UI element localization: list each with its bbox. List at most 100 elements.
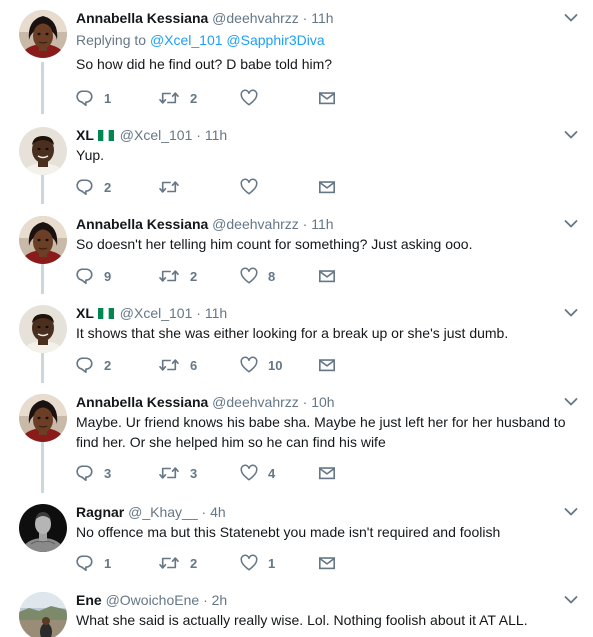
retweet-button[interactable]: 6 — [158, 354, 197, 376]
avatar[interactable] — [19, 127, 67, 175]
tweet[interactable]: Ragnar @_Khay__ · 4h No offence ma but t… — [0, 502, 593, 578]
tweet-header: XL @Xcel_101 · 11h — [76, 303, 227, 323]
nigeria-flag-icon — [98, 308, 114, 319]
direct-message-button[interactable] — [318, 462, 336, 484]
username[interactable]: @deehvahrzz — [212, 10, 299, 26]
direct-message-button[interactable] — [318, 354, 336, 376]
like-button[interactable]: 1 — [240, 552, 275, 574]
like-button[interactable]: 8 — [240, 265, 275, 287]
direct-message-button[interactable] — [318, 552, 336, 574]
envelope-icon — [318, 554, 336, 572]
chevron-down-icon[interactable] — [564, 219, 578, 229]
timestamp[interactable]: 11h — [205, 127, 227, 143]
timestamp[interactable]: 10h — [311, 394, 334, 410]
reply-count: 3 — [104, 465, 112, 481]
like-button[interactable]: 10 — [240, 354, 282, 376]
display-name[interactable]: XL — [76, 305, 94, 321]
mention-link[interactable]: @Xcel_101 — [150, 32, 223, 48]
retweet-button[interactable]: 2 — [158, 265, 197, 287]
username[interactable]: @deehvahrzz — [212, 216, 299, 232]
chevron-down-icon[interactable] — [564, 397, 578, 407]
reply-icon — [76, 178, 94, 196]
avatar[interactable] — [19, 216, 67, 264]
tweet-header: Annabella Kessiana @deehvahrzz · 11h — [76, 214, 334, 234]
retweet-button[interactable]: 3 — [158, 462, 197, 484]
display-name[interactable]: Annabella Kessiana — [76, 394, 208, 410]
tweet-text: Maybe. Ur friend knows his babe sha. May… — [76, 412, 576, 452]
tweet[interactable]: Annabella Kessiana @deehvahrzz · 11h So … — [0, 214, 593, 290]
reply-button[interactable]: 3 — [76, 462, 111, 484]
tweet-text: So how did he find out? D babe told him? — [76, 56, 333, 72]
reply-button[interactable]: 9 — [76, 265, 111, 287]
like-count: 8 — [268, 268, 276, 284]
avatar[interactable] — [19, 504, 67, 552]
envelope-icon — [318, 356, 336, 374]
tweet-header: Annabella Kessiana @deehvahrzz · 11h — [76, 8, 334, 28]
tweet[interactable]: Annabella Kessiana @deehvahrzz · 10h May… — [0, 392, 593, 490]
reply-count: 2 — [104, 179, 112, 195]
reply-icon — [76, 464, 94, 482]
tweet[interactable]: Ene @OwoichoEne · 2h What she said is ac… — [0, 590, 593, 637]
retweet-count: 3 — [190, 465, 198, 481]
username[interactable]: @Xcel_101 — [120, 305, 193, 321]
timestamp[interactable]: 11h — [311, 10, 333, 26]
tweet[interactable]: Annabella Kessiana @deehvahrzz · 11h Rep… — [0, 8, 593, 112]
display-name[interactable]: Annabella Kessiana — [76, 10, 208, 26]
chevron-down-icon[interactable] — [564, 595, 578, 605]
reply-icon — [76, 89, 94, 107]
retweet-icon — [158, 464, 180, 482]
direct-message-button[interactable] — [318, 87, 336, 109]
direct-message-button[interactable] — [318, 265, 336, 287]
timestamp[interactable]: 4h — [210, 504, 226, 520]
display-name[interactable]: XL — [76, 127, 94, 143]
reply-icon — [76, 554, 94, 572]
envelope-icon — [318, 89, 336, 107]
separator: · — [203, 592, 208, 608]
retweet-icon — [158, 554, 180, 572]
username[interactable]: @Xcel_101 — [120, 127, 193, 143]
avatar[interactable] — [19, 305, 67, 353]
chevron-down-icon[interactable] — [564, 308, 578, 318]
retweet-count: 6 — [190, 357, 198, 373]
chevron-down-icon[interactable] — [564, 507, 578, 517]
retweet-button[interactable] — [158, 176, 190, 198]
like-button[interactable]: 4 — [240, 462, 275, 484]
chevron-down-icon[interactable] — [564, 130, 578, 140]
like-button[interactable] — [240, 176, 268, 198]
reply-button[interactable]: 2 — [76, 354, 111, 376]
timestamp[interactable]: 11h — [205, 305, 227, 321]
retweet-button[interactable]: 2 — [158, 87, 197, 109]
reply-icon — [76, 356, 94, 374]
chevron-down-icon[interactable] — [564, 13, 578, 23]
timestamp[interactable]: 2h — [212, 592, 228, 608]
direct-message-button[interactable] — [318, 176, 336, 198]
username[interactable]: @deehvahrzz — [212, 394, 299, 410]
mention-link[interactable]: @Sapphir3Diva — [226, 32, 324, 48]
display-name[interactable]: Ene — [76, 592, 102, 608]
like-button[interactable] — [240, 87, 268, 109]
avatar[interactable] — [19, 592, 67, 637]
reply-button[interactable]: 1 — [76, 552, 111, 574]
separator: · — [302, 216, 308, 232]
reply-button[interactable]: 2 — [76, 176, 111, 198]
username[interactable]: @_Khay__ — [128, 504, 197, 520]
reply-button[interactable]: 1 — [76, 87, 111, 109]
avatar[interactable] — [19, 394, 67, 442]
username[interactable]: @OwoichoEne — [106, 592, 200, 608]
display-name[interactable]: Annabella Kessiana — [76, 216, 208, 232]
timestamp[interactable]: 11h — [311, 216, 333, 232]
envelope-icon — [318, 464, 336, 482]
heart-icon — [240, 89, 258, 107]
avatar[interactable] — [19, 10, 67, 58]
heart-icon — [240, 267, 258, 285]
tweet-header: XL @Xcel_101 · 11h — [76, 125, 227, 145]
tweet[interactable]: XL @Xcel_101 · 11h It shows that she was… — [0, 303, 593, 379]
retweet-button[interactable]: 2 — [158, 552, 197, 574]
tweet-header: Ragnar @_Khay__ · 4h — [76, 502, 226, 522]
separator: · — [201, 504, 207, 520]
tweet-text: What she said is actually really wise. L… — [76, 612, 528, 628]
tweet[interactable]: XL @Xcel_101 · 11h Yup. 2 — [0, 125, 593, 201]
separator: · — [196, 127, 201, 143]
display-name[interactable]: Ragnar — [76, 504, 124, 520]
separator: · — [302, 10, 308, 26]
